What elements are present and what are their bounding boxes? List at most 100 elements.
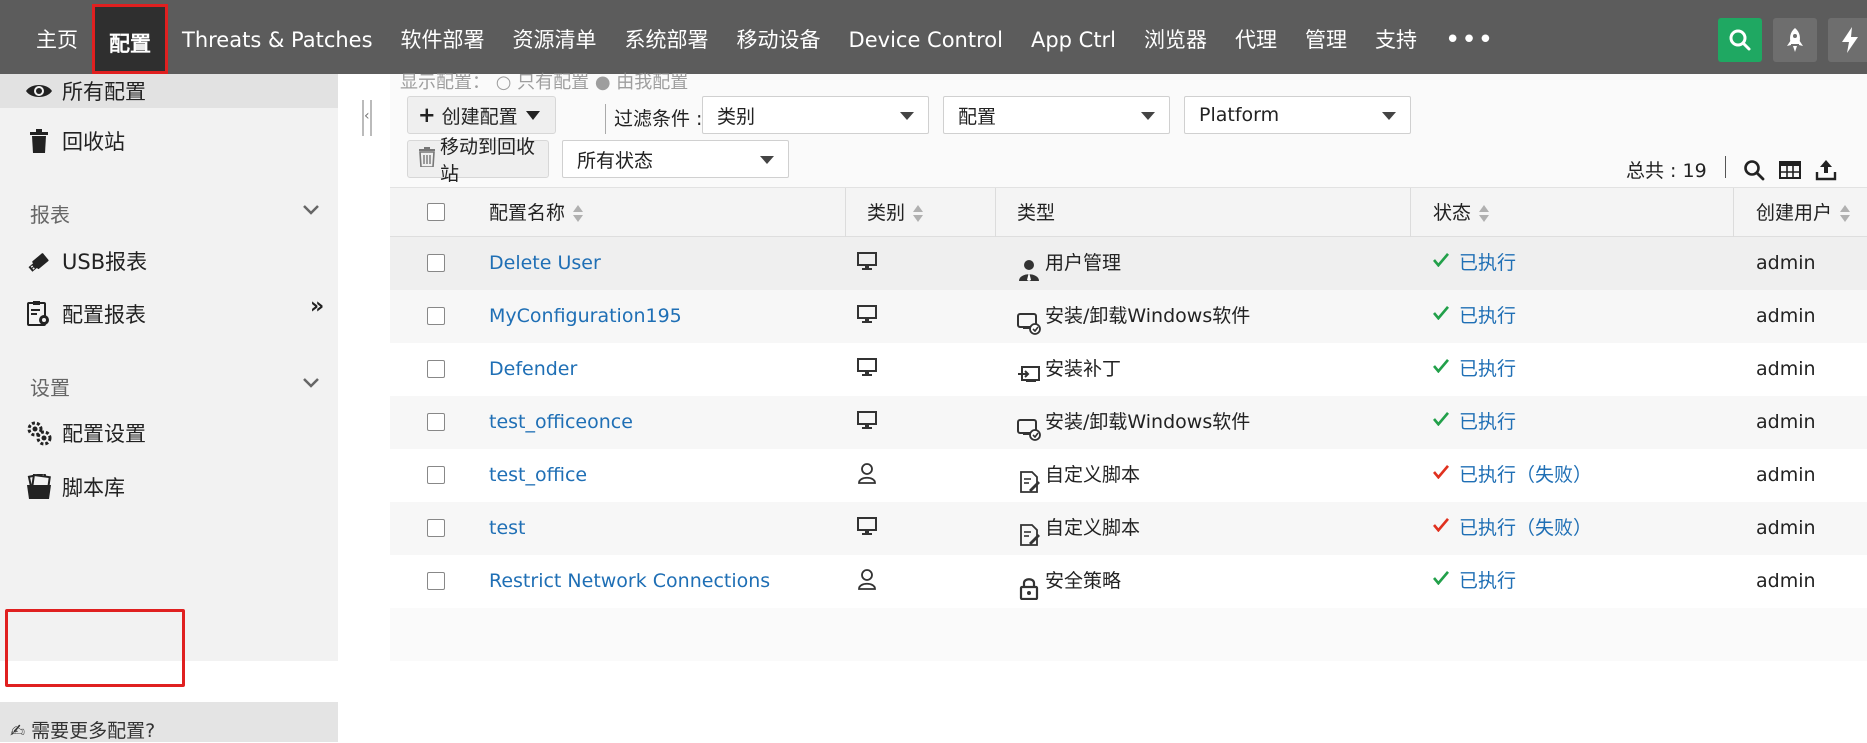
more-menu-button[interactable]: ••• [1431,0,1508,74]
software-icon [1017,303,1041,335]
divider [1725,156,1726,178]
sidebar-item-label: USB报表 [62,250,148,274]
row-checkbox[interactable] [427,307,445,325]
config-name-link[interactable]: Restrict Network Connections [489,555,770,608]
sort-icon [1479,204,1490,224]
config-name-link[interactable]: test_officeonce [489,396,633,449]
platform-filter-select[interactable]: Platform [1184,96,1411,134]
created-by-cell: admin [1756,358,1816,380]
nav-item-5[interactable]: 系统部署 [611,0,723,74]
computer-icon [856,303,878,325]
table-row[interactable]: Restrict Network Connections 安全策略 已执行 admin [390,555,1867,608]
main-content: 显示配置： ○ 只有配置 ● 由我配置 + 创建配置 过滤条件 : 类别 配置 … [390,72,1867,661]
sidebar-item-all-configs[interactable]: 所有配置 [0,74,338,108]
eye-icon [24,76,54,106]
computer-icon [856,409,878,431]
software-icon [1017,409,1041,441]
status-cell[interactable]: 已执行 [1432,288,1516,343]
column-header-status[interactable]: 状态 [1433,188,1490,238]
usb-icon [24,246,54,276]
created-by-cell: admin [1756,570,1816,592]
nav-item-8[interactable]: App Ctrl [1017,0,1130,74]
status-ok-check-icon [1432,288,1451,341]
nav-item-4[interactable]: 资源清单 [499,0,611,74]
table-row[interactable]: test 自定义脚本 已执行（失败） admin [390,502,1867,555]
config-filter-select[interactable]: 配置 [943,96,1170,134]
nav-item-2[interactable]: Threats & Patches [168,0,387,74]
quick-actions-button[interactable] [1828,18,1867,62]
export-icon[interactable] [1814,158,1838,182]
status-filter-select[interactable]: 所有状态 [562,140,789,178]
column-header-created-by[interactable]: 创建用户 [1756,188,1851,238]
status-cell[interactable]: 已执行 [1432,343,1516,396]
nav-item-12[interactable]: 支持 [1361,0,1431,74]
sidebar-collapse-handle[interactable]: ‹ [362,100,372,136]
config-name-link[interactable]: test [489,502,526,555]
category-filter-select[interactable]: 类别 [702,96,929,134]
row-checkbox[interactable] [427,572,445,590]
nav-item-1[interactable]: 配置 [92,4,168,74]
table-columns-icon[interactable] [1778,158,1802,182]
config-name-link[interactable]: test_office [489,449,587,502]
row-checkbox[interactable] [427,466,445,484]
nav-item-0[interactable]: 主页 [22,0,92,74]
type-cell: 自定义脚本 [1017,449,1140,502]
user-icon [856,462,878,484]
chevron-down-icon[interactable] [300,371,322,393]
move-to-recycle-button[interactable]: 移动到回收站 [407,136,549,185]
table-row[interactable]: Delete User 用户管理 已执行 admin [390,237,1867,290]
reports-heading: 报表 [30,203,70,227]
chevron-down-icon[interactable] [300,198,322,220]
row-checkbox[interactable] [427,254,445,272]
trash-icon [24,126,54,156]
sidebar-item-config-report[interactable]: 配置报表 [0,294,338,334]
table-row[interactable]: test_office 自定义脚本 已执行（失败） admin [390,449,1867,502]
row-checkbox[interactable] [427,413,445,431]
double-chevron-right-icon[interactable]: » [310,294,324,319]
sort-icon [1840,204,1851,224]
table-row[interactable]: MyConfiguration195 安装/卸载Windows软件 已执行 admin [390,290,1867,343]
status-cell[interactable]: 已执行 [1432,237,1516,290]
type-cell: 用户管理 [1017,237,1121,290]
nav-item-10[interactable]: 代理 [1221,0,1291,74]
quick-launch-button[interactable] [1773,18,1817,62]
status-cell[interactable]: 已执行（失败） [1432,502,1592,555]
status-cell[interactable]: 已执行 [1432,555,1516,608]
sidebar-item-usb-report[interactable]: USB报表 [0,241,338,281]
row-checkbox[interactable] [427,519,445,537]
sidebar-item-label: 脚本库 [62,476,125,500]
status-cell[interactable]: 已执行 [1432,396,1516,449]
nav-item-7[interactable]: Device Control [835,0,1017,74]
config-name-link[interactable]: MyConfiguration195 [489,290,682,343]
create-config-button[interactable]: + 创建配置 [407,96,556,134]
search-icon[interactable] [1742,158,1766,182]
user-icon [856,568,878,590]
config-name-link[interactable]: Delete User [489,237,601,290]
table-row[interactable]: Defender 安装补丁 已执行 admin [390,343,1867,396]
sidebar-item-recycle-bin[interactable]: 回收站 [0,121,338,161]
status-cell[interactable]: 已执行（失败） [1432,449,1592,502]
view-filter-text: 显示配置： ○ 只有配置 ● 由我配置 [400,72,689,93]
caret-down-icon [900,112,914,120]
global-search-button[interactable] [1718,18,1762,62]
nav-item-3[interactable]: 软件部署 [387,0,499,74]
sidebar-item-label: 回收站 [62,130,125,154]
sidebar-item-script-library[interactable]: 脚本库 [0,467,338,507]
type-cell: 安装/卸载Windows软件 [1017,290,1250,343]
caret-down-icon [1382,112,1396,120]
config-name-link[interactable]: Defender [489,343,577,396]
column-header-name[interactable]: 配置名称 [489,188,584,238]
column-header-category[interactable]: 类别 [867,188,924,238]
select-all-checkbox[interactable] [427,203,445,221]
sidebar-item-label: 配置报表 [62,303,146,327]
row-checkbox[interactable] [427,360,445,378]
nav-item-11[interactable]: 管理 [1291,0,1361,74]
need-more-configs[interactable]: ✍ 需要更多配置? [0,702,338,742]
nav-item-9[interactable]: 浏览器 [1130,0,1221,74]
sort-icon [573,204,584,224]
table-row[interactable]: test_officeonce 安装/卸载Windows软件 已执行 admin [390,396,1867,449]
left-sidebar: 所有配置 回收站 报表 USB报表 配置报表 » 设置 配置设置 脚本库 ✍ 需… [0,74,338,742]
created-by-cell: admin [1756,464,1816,486]
sidebar-item-config-settings[interactable]: 配置设置 [0,413,338,453]
nav-item-6[interactable]: 移动设备 [723,0,835,74]
